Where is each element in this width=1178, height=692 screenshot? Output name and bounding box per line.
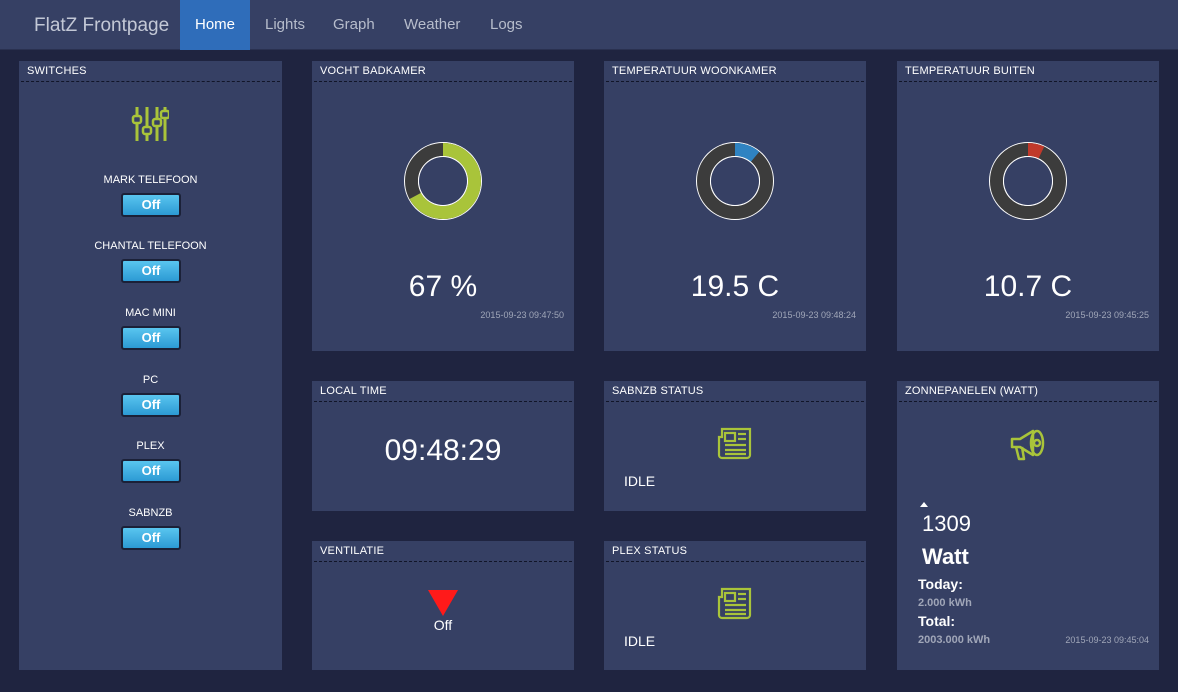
- humidity-value: 67 %: [408, 270, 478, 303]
- brand-title[interactable]: FlatZ Frontpage: [34, 15, 169, 37]
- divider: [21, 81, 280, 82]
- panel-title: ZONNEPANELEN (WATT): [905, 385, 1039, 397]
- navbar: FlatZ Frontpage Home Lights Graph Weathe…: [0, 0, 1178, 50]
- temp-outside-timestamp: 2015-09-23 09:45:25: [1065, 310, 1149, 320]
- nav-weather[interactable]: Weather: [404, 0, 460, 50]
- solar-value: 1309: [922, 511, 971, 536]
- divider: [314, 401, 572, 402]
- solar-timestamp: 2015-09-23 09:45:04: [1065, 635, 1149, 645]
- local-time-value: 09:48:29: [384, 434, 502, 467]
- temp-outside-donut: [989, 142, 1067, 220]
- temp-outside-panel: TEMPERATUUR BUITEN 10.7 C 2015-09-23 09:…: [897, 61, 1159, 351]
- temp-living-value: 19.5 C: [690, 270, 780, 303]
- switch-button-plex[interactable]: Off: [121, 459, 181, 483]
- ventilation-state: Off: [433, 617, 453, 633]
- divider: [899, 401, 1157, 402]
- panel-title: VENTILATIE: [320, 545, 385, 557]
- nav-graph[interactable]: Graph: [333, 0, 375, 50]
- panel-title: VOCHT BADKAMER: [320, 65, 426, 77]
- newspaper-icon: [717, 427, 752, 460]
- nav-home[interactable]: Home: [180, 0, 250, 50]
- switch-label-pc: PC: [142, 374, 159, 386]
- switches-panel: SWITCHES MARK TELEFOON Off CHANTAL TELEF…: [19, 61, 282, 670]
- divider: [606, 561, 864, 562]
- humidity-donut: [404, 142, 482, 220]
- temp-outside-value: 10.7 C: [983, 270, 1073, 303]
- plex-status: IDLE: [624, 633, 656, 649]
- solar-total-value: 2003.000 kWh: [918, 634, 991, 646]
- caret-up-icon: [920, 502, 928, 507]
- nav-lights[interactable]: Lights: [265, 0, 305, 50]
- switch-label-mark-telefoon: MARK TELEFOON: [103, 174, 198, 186]
- switch-label-mac-mini: MAC MINI: [125, 307, 176, 319]
- solar-today-label: Today:: [918, 576, 963, 592]
- humidity-panel: VOCHT BADKAMER 67 % 2015-09-23 09:47:50: [312, 61, 574, 351]
- panel-title: PLEX STATUS: [612, 545, 688, 557]
- divider: [606, 401, 864, 402]
- switch-button-sabnzb[interactable]: Off: [121, 526, 181, 550]
- divider: [899, 81, 1157, 82]
- divider: [606, 81, 864, 82]
- switch-label-chantal-telefoon: CHANTAL TELEFOON: [94, 240, 207, 252]
- panel-title: TEMPERATUUR BUITEN: [905, 65, 1035, 77]
- plex-panel: PLEX STATUS IDLE: [604, 541, 866, 670]
- switch-button-mac-mini[interactable]: Off: [121, 326, 181, 350]
- switch-label-plex: PLEX: [136, 440, 165, 452]
- switch-button-mark-telefoon[interactable]: Off: [121, 193, 181, 217]
- ventilation-panel: VENTILATIE Off: [312, 541, 574, 670]
- panel-title: LOCAL TIME: [320, 385, 387, 397]
- arrow-down-icon[interactable]: [428, 590, 458, 616]
- sabnzb-status: IDLE: [624, 473, 656, 489]
- humidity-timestamp: 2015-09-23 09:47:50: [480, 310, 564, 320]
- panel-title: SABNZB STATUS: [612, 385, 704, 397]
- divider: [314, 561, 572, 562]
- temp-living-timestamp: 2015-09-23 09:48:24: [772, 310, 856, 320]
- solar-unit: Watt: [922, 544, 969, 569]
- local-time-panel: LOCAL TIME 09:48:29: [312, 381, 574, 511]
- newspaper-icon: [717, 587, 752, 620]
- sabnzb-panel: SABNZB STATUS IDLE: [604, 381, 866, 511]
- panel-title: SWITCHES: [27, 65, 87, 77]
- temp-living-donut: [696, 142, 774, 220]
- switch-button-pc[interactable]: Off: [121, 393, 181, 417]
- temp-living-panel: TEMPERATUUR WOONKAMER 19.5 C 2015-09-23 …: [604, 61, 866, 351]
- solar-today-value: 2.000 kWh: [918, 597, 972, 609]
- switch-label-sabnzb: SABNZB: [128, 507, 173, 519]
- switch-button-chantal-telefoon[interactable]: Off: [121, 259, 181, 283]
- sliders-icon: [131, 107, 169, 141]
- nav-logs[interactable]: Logs: [490, 0, 523, 50]
- panel-title: TEMPERATUUR WOONKAMER: [612, 65, 777, 77]
- solar-total-label: Total:: [918, 613, 956, 629]
- divider: [314, 81, 572, 82]
- megaphone-icon: [1010, 429, 1045, 461]
- solar-panel: ZONNEPANELEN (WATT) 1309 Watt Today: 2.0…: [897, 381, 1159, 670]
